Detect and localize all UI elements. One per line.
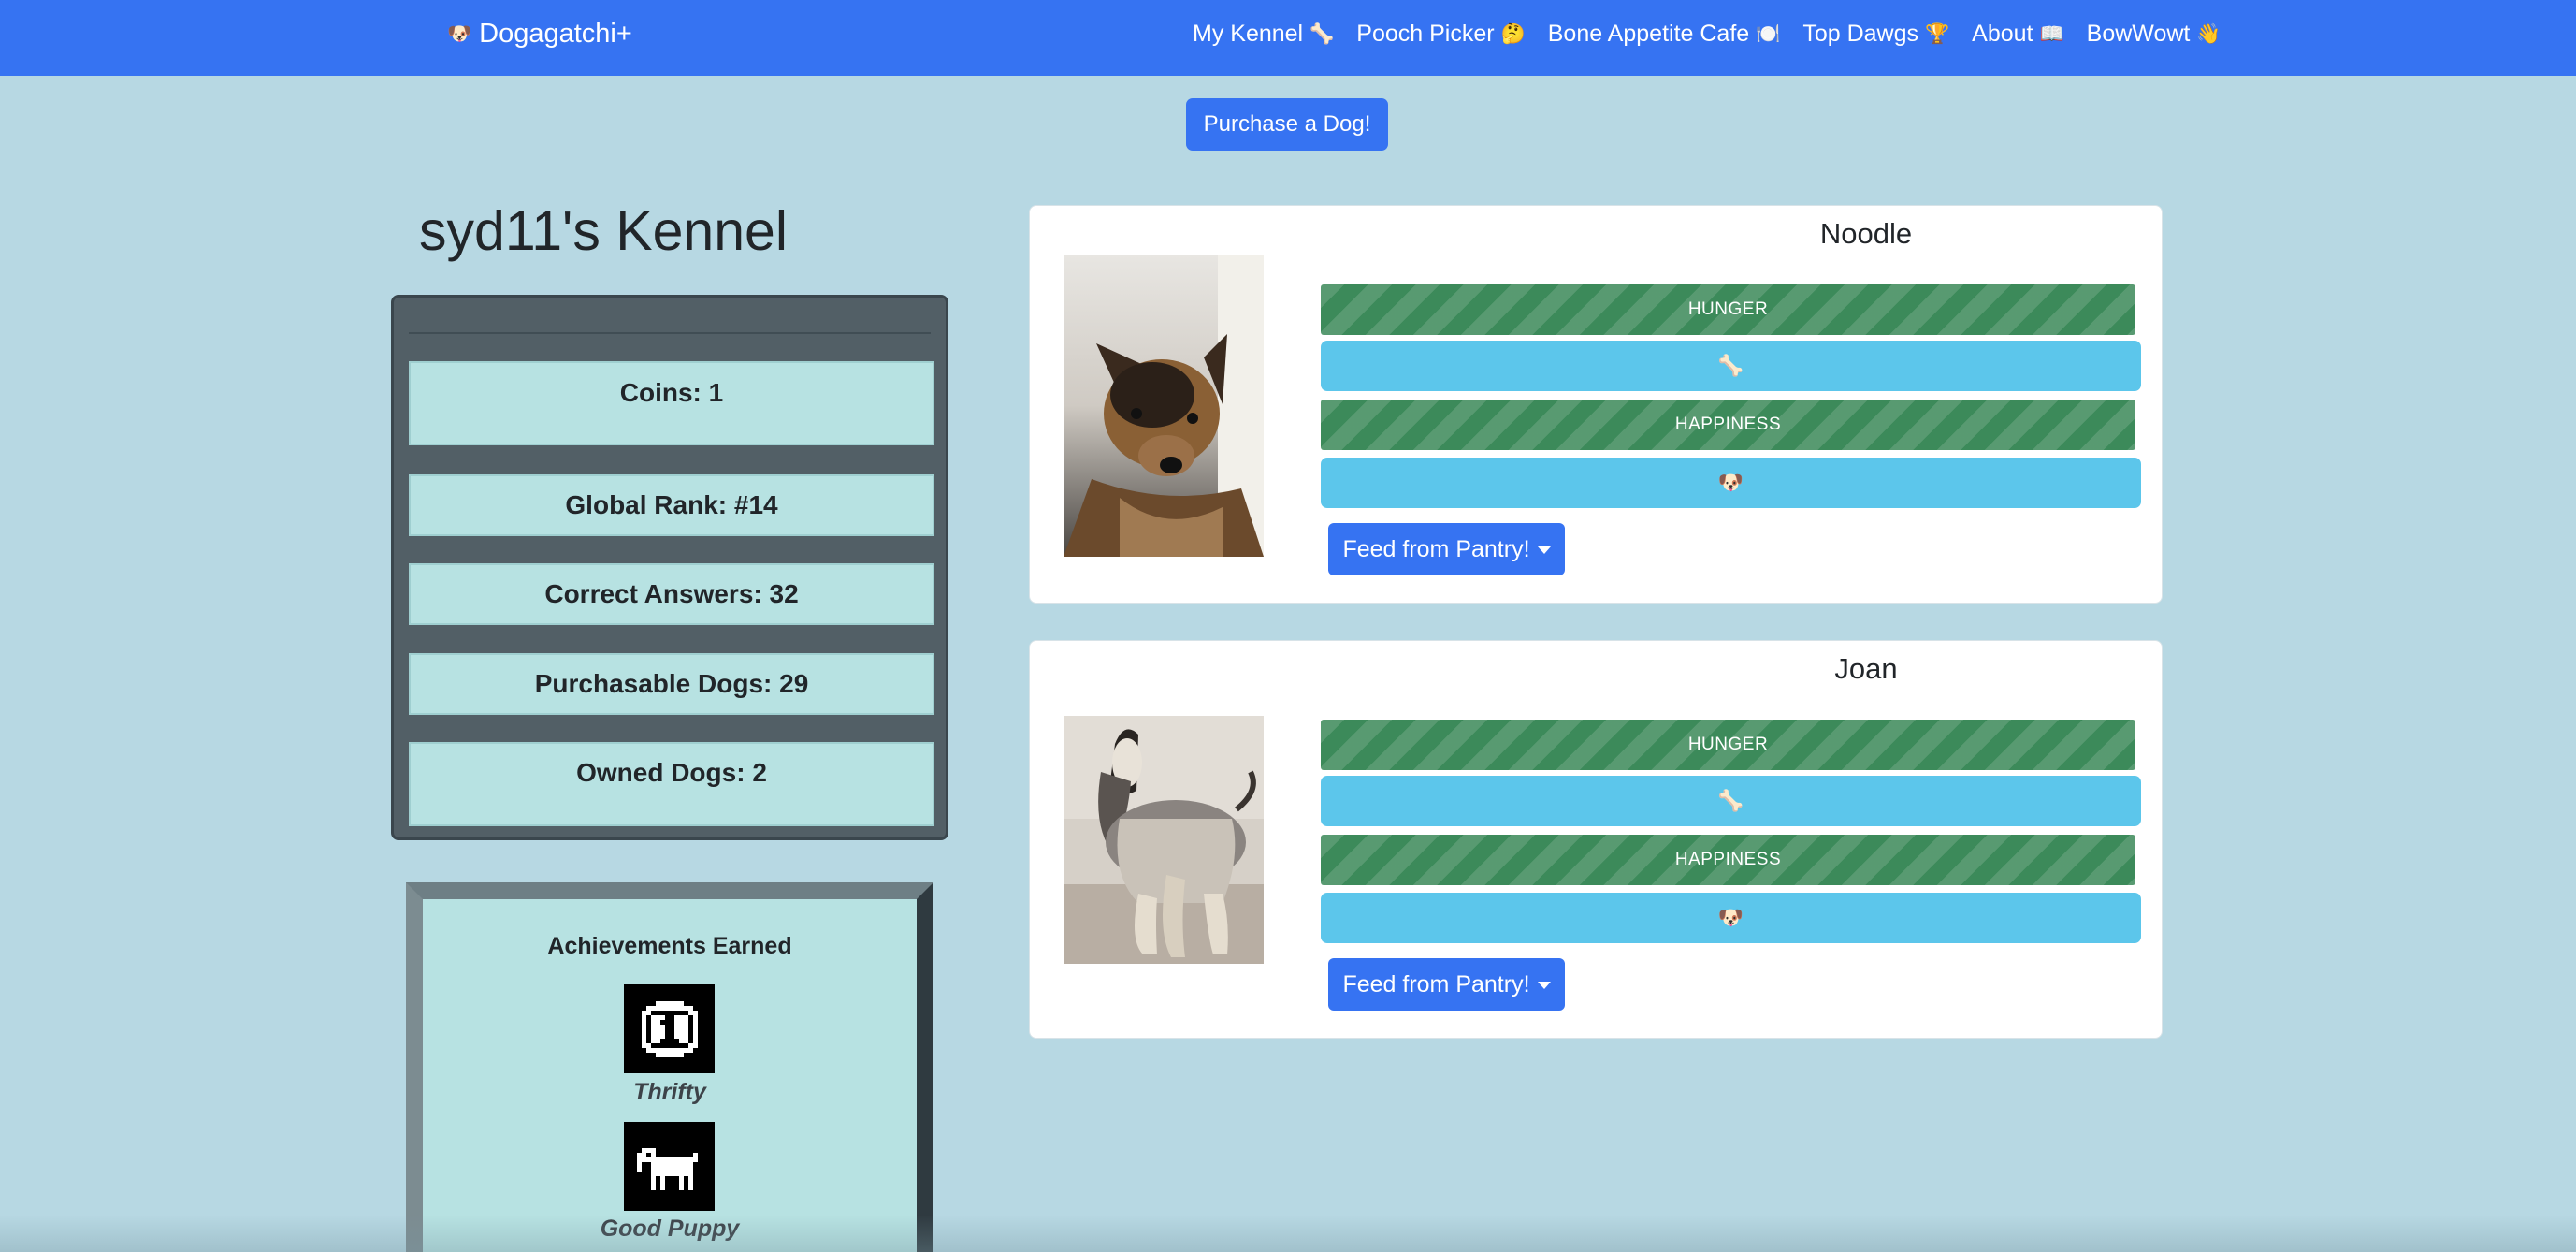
bottom-shadow — [0, 1215, 2576, 1252]
nav-bowwowt-label: BowWowt — [2086, 21, 2191, 47]
dog-name-wrap: Joan — [1030, 652, 2162, 686]
dog-face-icon: 🐶 — [1717, 906, 1744, 929]
nav-pooch-picker[interactable]: Pooch Picker 🤔 — [1356, 21, 1525, 48]
dog-photo — [1064, 255, 1264, 557]
dog-face-icon: 🐶 — [1717, 471, 1744, 494]
nav-top-dawgs-label: Top Dawgs — [1802, 21, 1919, 47]
happiness-bar-label: HAPPINESS — [1674, 850, 1782, 869]
purchase-dog-button[interactable]: Purchase a Dog! — [1186, 98, 1388, 151]
nav-pooch-picker-label: Pooch Picker — [1356, 21, 1495, 47]
caret-down-icon — [1537, 982, 1551, 989]
dog-name: Joan — [1834, 652, 1898, 685]
brand-name: Dogagatchi+ — [479, 19, 632, 49]
waving-hand-icon: 👋 — [2196, 22, 2221, 45]
page-title: syd11's Kennel — [419, 200, 788, 262]
dog-face-icon: 🐶 — [447, 22, 472, 45]
achievement-thrifty-label: Thrifty — [633, 1079, 706, 1105]
nav-about-label: About — [1972, 21, 2033, 47]
feed-from-pantry-button[interactable]: Feed from Pantry! — [1328, 523, 1565, 575]
hunger-bar-label: HUNGER — [1687, 299, 1769, 319]
happiness-bar: HAPPINESS — [1321, 400, 2135, 450]
book-icon: 📖 — [2039, 22, 2064, 45]
dog-photo — [1064, 716, 1264, 964]
caret-down-icon — [1537, 546, 1551, 554]
nav-about[interactable]: About 📖 — [1972, 21, 2064, 48]
achievement-good-puppy-label: Good Puppy — [600, 1216, 740, 1242]
trophy-icon: 🏆 — [1925, 22, 1950, 45]
happiness-bar-label: HAPPINESS — [1674, 415, 1782, 434]
nav-bowwowt[interactable]: BowWowt 👋 — [2087, 21, 2221, 48]
happiness-bar: HAPPINESS — [1321, 835, 2135, 885]
nav-cafe-label: Bone Appetite Cafe — [1547, 21, 1750, 47]
bone-icon: 🦴 — [1717, 354, 1744, 377]
bone-icon: 🦴 — [1717, 789, 1744, 812]
hunger-bar-label: HUNGER — [1687, 735, 1769, 754]
nav-bone-appetite-cafe[interactable]: Bone Appetite Cafe 🍽️ — [1548, 21, 1781, 48]
feed-from-pantry-button[interactable]: Feed from Pantry! — [1328, 958, 1565, 1011]
stats-panel-header — [409, 309, 931, 334]
achievements-panel: Achievements Earned Thrifty Good Puppy — [406, 882, 933, 1252]
achievements-title: Achievements Earned — [547, 933, 792, 959]
stat-global-rank: Global Rank: #14 — [409, 474, 934, 536]
navbar: 🐶 Dogagatchi+ My Kennel 🦴 Pooch Picker 🤔… — [0, 0, 2576, 76]
coin-icon — [624, 984, 715, 1073]
pet-bar[interactable]: 🐶 — [1321, 458, 2141, 508]
feed-button-label: Feed from Pantry! — [1342, 970, 1530, 997]
feed-bar[interactable]: 🦴 — [1321, 776, 2141, 826]
stat-purchasable-dogs: Purchasable Dogs: 29 — [409, 653, 934, 715]
thinking-face-icon: 🤔 — [1500, 22, 1526, 45]
feed-bar[interactable]: 🦴 — [1321, 341, 2141, 391]
nav-links: My Kennel 🦴 Pooch Picker 🤔 Bone Appetite… — [1193, 21, 2221, 48]
feed-button-label: Feed from Pantry! — [1342, 535, 1530, 562]
brand-link[interactable]: 🐶 Dogagatchi+ — [447, 19, 632, 50]
pixel-dog-icon — [624, 1122, 715, 1211]
hunger-bar: HUNGER — [1321, 284, 2135, 335]
nav-my-kennel[interactable]: My Kennel 🦴 — [1193, 21, 1334, 48]
hunger-bar: HUNGER — [1321, 720, 2135, 770]
bone-icon: 🦴 — [1310, 22, 1335, 45]
dog-card-noodle: Noodle HUNGER 🦴 HAPPINESS 🐶 Feed from Pa… — [1029, 205, 2163, 604]
pet-bar[interactable]: 🐶 — [1321, 893, 2141, 943]
nav-top-dawgs[interactable]: Top Dawgs 🏆 — [1802, 21, 1949, 48]
stat-correct-answers: Correct Answers: 32 — [409, 563, 934, 625]
stat-owned-dogs: Owned Dogs: 2 — [409, 742, 934, 826]
dog-card-joan: Joan HUNGER 🦴 HAPPINESS 🐶 Feed from Pant… — [1029, 640, 2163, 1039]
plate-icon: 🍽️ — [1756, 22, 1781, 45]
dog-name: Noodle — [1819, 217, 1913, 250]
nav-my-kennel-label: My Kennel — [1193, 21, 1304, 47]
stat-coins: Coins: 1 — [409, 361, 934, 445]
stats-panel: Coins: 1 Global Rank: #14 Correct Answer… — [391, 295, 948, 840]
dog-name-wrap: Noodle — [1030, 217, 2162, 251]
